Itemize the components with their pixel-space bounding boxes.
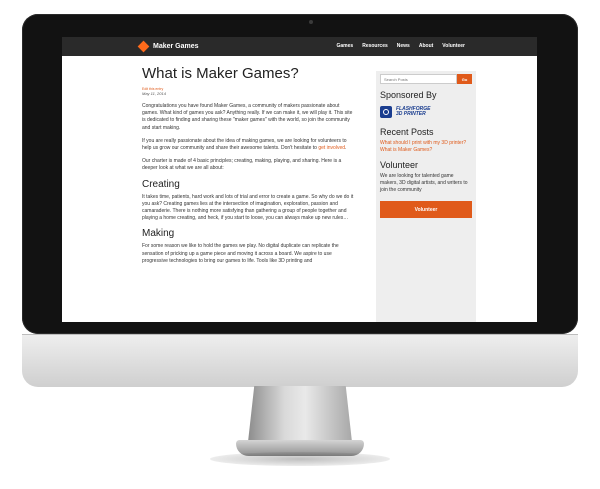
- sponsored-heading: Sponsored By: [380, 90, 437, 100]
- sidebar: Go Sponsored By FLASHFORGE 3D PRINTER Re…: [376, 71, 476, 322]
- post-date: May 11, 2014: [142, 91, 166, 96]
- flashforge-mark-icon: [380, 106, 392, 118]
- top-navbar: Maker Games Games Resources News About V…: [62, 37, 537, 56]
- creating-paragraph: It takes time, patients, hard work and l…: [142, 193, 354, 222]
- volunteer-heading: Volunteer: [380, 160, 419, 170]
- monitor-chin: [22, 334, 578, 387]
- flashforge-wordmark: FLASHFORGE 3D PRINTER: [396, 107, 430, 117]
- nav-item-volunteer[interactable]: Volunteer: [442, 43, 465, 49]
- volunteer-paragraph-text: If you are really passionate about the i…: [142, 137, 347, 152]
- section-heading-making: Making: [142, 228, 175, 240]
- brand[interactable]: Maker Games: [137, 40, 199, 53]
- post-content: What is Maker Games? Edit this entry May…: [142, 65, 354, 271]
- charter-paragraph: Our charter is made of 4 basic principle…: [142, 158, 342, 172]
- brand-name: Maker Games: [153, 43, 199, 50]
- nav-item-resources[interactable]: Resources: [362, 43, 388, 49]
- search-form: Go: [380, 74, 472, 84]
- floor-shadow: [210, 452, 390, 466]
- volunteer-paragraph-end: .: [345, 145, 347, 152]
- volunteer-button[interactable]: Volunteer: [380, 201, 472, 218]
- recent-post-link[interactable]: What is Maker Games?: [380, 147, 472, 154]
- get-involved-link[interactable]: get involved: [318, 145, 345, 151]
- volunteer-text: We are looking for talented game makers,…: [380, 173, 468, 193]
- main-nav: Games Resources News About Volunteer: [337, 43, 465, 49]
- post-title: What is Maker Games?: [142, 65, 299, 82]
- volunteer-paragraph: If you are really passionate about the i…: [142, 138, 354, 152]
- recent-posts-list: What should I print with my 3D printer? …: [376, 140, 476, 154]
- camera-icon: [309, 20, 313, 24]
- cube-logo-icon: [137, 40, 150, 53]
- sponsor-line-2: 3D PRINTER: [396, 111, 426, 117]
- search-button[interactable]: Go: [457, 74, 472, 84]
- recent-posts-heading: Recent Posts: [380, 127, 434, 137]
- recent-post-link[interactable]: What should I print with my 3D printer?: [380, 140, 472, 147]
- section-heading-creating: Creating: [142, 178, 180, 190]
- nav-item-games[interactable]: Games: [337, 43, 354, 49]
- search-input[interactable]: [380, 74, 458, 84]
- nav-item-about[interactable]: About: [419, 43, 433, 49]
- nav-item-news[interactable]: News: [397, 43, 410, 49]
- making-paragraph: For some reason we like to hold the game…: [142, 243, 339, 264]
- flashforge-logo[interactable]: FLASHFORGE 3D PRINTER: [380, 103, 472, 121]
- intro-paragraph: Congratulations you have found Maker Gam…: [142, 103, 353, 131]
- monitor-stand-neck: [248, 386, 352, 442]
- browser-screen: Maker Games Games Resources News About V…: [62, 37, 537, 322]
